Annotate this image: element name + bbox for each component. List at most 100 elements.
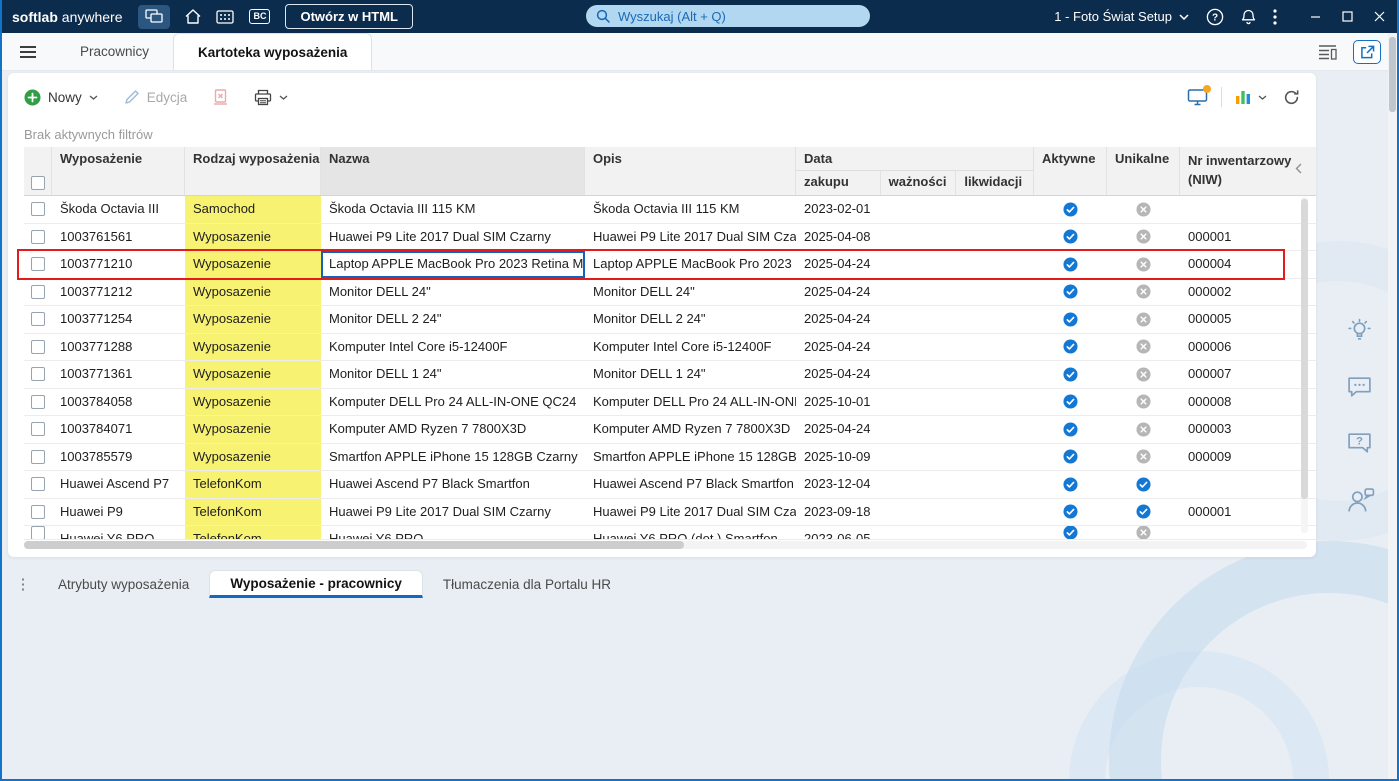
chart-button[interactable] — [1235, 90, 1267, 105]
row-checkbox[interactable] — [31, 202, 45, 217]
tab-wyposazenie-pracownicy[interactable]: Wyposażenie - pracownicy — [209, 570, 423, 598]
close-button[interactable] — [1363, 0, 1395, 33]
tab-pracownicy[interactable]: Pracownicy — [56, 33, 173, 70]
screens-icon[interactable] — [138, 4, 171, 29]
cell — [881, 361, 957, 388]
table-row[interactable]: 1003761561 Wyposazenie Huawei P9 Lite 2017… — [24, 223, 1316, 251]
row-checkbox-cell — [24, 499, 52, 526]
table-row[interactable]: Huawei Y6 PRO TelefonKom Huawei Y6 PRO Huaw… — [24, 526, 1316, 540]
cell: Huawei Ascend P7 — [60, 476, 170, 491]
col-data-waznosci[interactable]: ważności — [881, 171, 957, 195]
window-tab-bar: Pracownicy Kartoteka wyposażenia — [0, 33, 1399, 71]
row-checkbox[interactable] — [31, 504, 45, 519]
row-checkbox[interactable] — [31, 367, 45, 382]
table-row[interactable]: 1003784058 Wyposazenie Komputer DELL Pro 2… — [24, 388, 1316, 416]
row-checkbox[interactable] — [31, 394, 45, 409]
open-external-button[interactable] — [1353, 39, 1381, 64]
maximize-button[interactable] — [1331, 0, 1363, 33]
table-row[interactable]: 1003785579 Wyposazenie Smartfon APPLE iPho… — [24, 443, 1316, 471]
open-html-button[interactable]: Otwórz w HTML — [285, 4, 413, 29]
main-table-vscrollbar[interactable] — [1301, 197, 1308, 533]
row-checkbox[interactable] — [31, 477, 45, 492]
app-brand: softlab anywhere — [12, 9, 122, 25]
row-checkbox[interactable] — [31, 422, 45, 437]
contact-person-icon[interactable] — [1346, 487, 1375, 514]
kebab-menu-icon[interactable]: ⋮ — [8, 570, 38, 598]
idea-lightbulb-icon[interactable] — [1346, 317, 1375, 344]
table-row[interactable]: Huawei P9 TelefonKom Huawei P9 Lite 2017 D… — [24, 498, 1316, 526]
cell: Monitor DELL 24" — [329, 283, 431, 299]
col-data-zakupu[interactable]: zakupu — [796, 171, 881, 195]
cell: Komputer DELL Pro 24 ALL-IN-ONE QC24 — [593, 393, 796, 409]
help-icon[interactable]: ? — [1206, 8, 1224, 26]
table-row[interactable]: 1003771254 Wyposazenie Monitor DELL 2 24" M… — [24, 306, 1316, 334]
cell: Wyposazenie — [185, 361, 321, 388]
col-data[interactable]: Data — [796, 147, 1033, 171]
minimize-button[interactable] — [1299, 0, 1331, 33]
check-icon — [1034, 306, 1107, 333]
delete-icon — [213, 89, 228, 105]
main-table-hscrollbar[interactable] — [24, 541, 1307, 549]
new-button[interactable]: Nowy — [24, 89, 98, 106]
row-checkbox-cell — [24, 334, 52, 361]
x-icon — [1107, 334, 1180, 361]
cell: Huawei Y6 PRO — [329, 531, 424, 539]
col-nr-inwentarzowy[interactable]: Nr inwentarzowy (NIW) — [1180, 147, 1307, 195]
menu-hamburger-icon[interactable] — [0, 33, 56, 70]
chevron-left-icon[interactable] — [1295, 163, 1302, 174]
table-row[interactable]: 1003771212 Wyposazenie Monitor DELL 24" Mon… — [24, 278, 1316, 306]
chat-dots-icon[interactable] — [1346, 375, 1375, 400]
col-wyposazenie[interactable]: Wyposażenie — [52, 147, 185, 195]
tab-kartoteka-wyposazenia[interactable]: Kartoteka wyposażenia — [173, 33, 373, 70]
cell — [957, 361, 1034, 388]
row-checkbox[interactable] — [31, 284, 45, 299]
col-opis[interactable]: Opis — [585, 147, 796, 195]
refresh-button[interactable] — [1283, 89, 1300, 106]
print-button[interactable] — [254, 89, 288, 106]
cell: 2025-04-24 — [804, 256, 871, 271]
table-row[interactable]: 1003784071 Wyposazenie Komputer AMD Ryzen … — [24, 416, 1316, 444]
brand-light: anywhere — [61, 8, 123, 25]
row-checkbox[interactable] — [31, 449, 45, 464]
table-row[interactable]: 1003771210 Wyposazenie Laptop APPLE MacBoo… — [24, 251, 1316, 279]
cell: 000005 — [1188, 311, 1232, 326]
row-checkbox[interactable] — [31, 312, 45, 327]
row-checkbox-cell — [24, 471, 52, 498]
row-checkbox[interactable] — [31, 339, 45, 354]
keypad-icon[interactable] — [216, 9, 235, 24]
printer-icon — [254, 89, 272, 106]
row-checkbox[interactable] — [31, 257, 45, 272]
window-vscrollbar[interactable] — [1388, 33, 1397, 779]
tab-tlumaczenia-portalu-hr[interactable]: Tłumaczenia dla Portalu HR — [423, 570, 631, 598]
edit-button[interactable]: Edycja — [124, 89, 187, 105]
hscrollbar-thumb[interactable] — [24, 541, 684, 549]
tab-atrybuty-wyposazenia[interactable]: Atrybuty wyposażenia — [38, 570, 209, 598]
table-row[interactable]: 1003771288 Wyposazenie Komputer Intel Core… — [24, 333, 1316, 361]
row-checkbox[interactable] — [31, 526, 45, 539]
help-chat-icon[interactable]: ? — [1346, 431, 1375, 456]
search-input[interactable]: Wyszukaj (Alt + Q) — [586, 5, 870, 27]
col-data-likwidacji[interactable]: likwidacji — [956, 171, 1033, 195]
col-unikalne[interactable]: Unikalne — [1107, 147, 1180, 195]
cell: 2025-04-08 — [804, 228, 871, 244]
main-table-header: Wyposażenie Rodzaj wyposażenia Nazwa Opi… — [24, 147, 1316, 196]
col-nazwa[interactable]: Nazwa — [321, 147, 585, 195]
cell — [881, 471, 957, 498]
home-icon[interactable] — [185, 9, 201, 24]
table-row[interactable]: 1003771361 Wyposazenie Monitor DELL 1 24" M… — [24, 361, 1316, 389]
select-all-checkbox[interactable] — [31, 176, 45, 190]
panel-toggle-icon[interactable] — [1318, 44, 1337, 60]
col-rodzaj-wyposazenia[interactable]: Rodzaj wyposażenia — [185, 147, 321, 195]
company-selector[interactable]: 1 - Foto Świat Setup — [1054, 9, 1189, 24]
kebab-menu-icon[interactable] — [1273, 8, 1277, 25]
bc-badge[interactable]: BC — [249, 9, 271, 24]
x-icon — [1107, 416, 1180, 443]
monitor-button[interactable] — [1187, 85, 1211, 106]
table-row[interactable]: Škoda Octavia III Samochod Škoda Octavia I… — [24, 196, 1316, 224]
table-row[interactable]: Huawei Ascend P7 TelefonKom Huawei Ascend … — [24, 471, 1316, 499]
bell-icon[interactable] — [1241, 9, 1256, 25]
row-checkbox[interactable] — [31, 229, 45, 244]
col-aktywne[interactable]: Aktywne — [1034, 147, 1107, 195]
delete-button[interactable] — [213, 89, 228, 105]
vscrollbar-thumb[interactable] — [1389, 37, 1396, 112]
